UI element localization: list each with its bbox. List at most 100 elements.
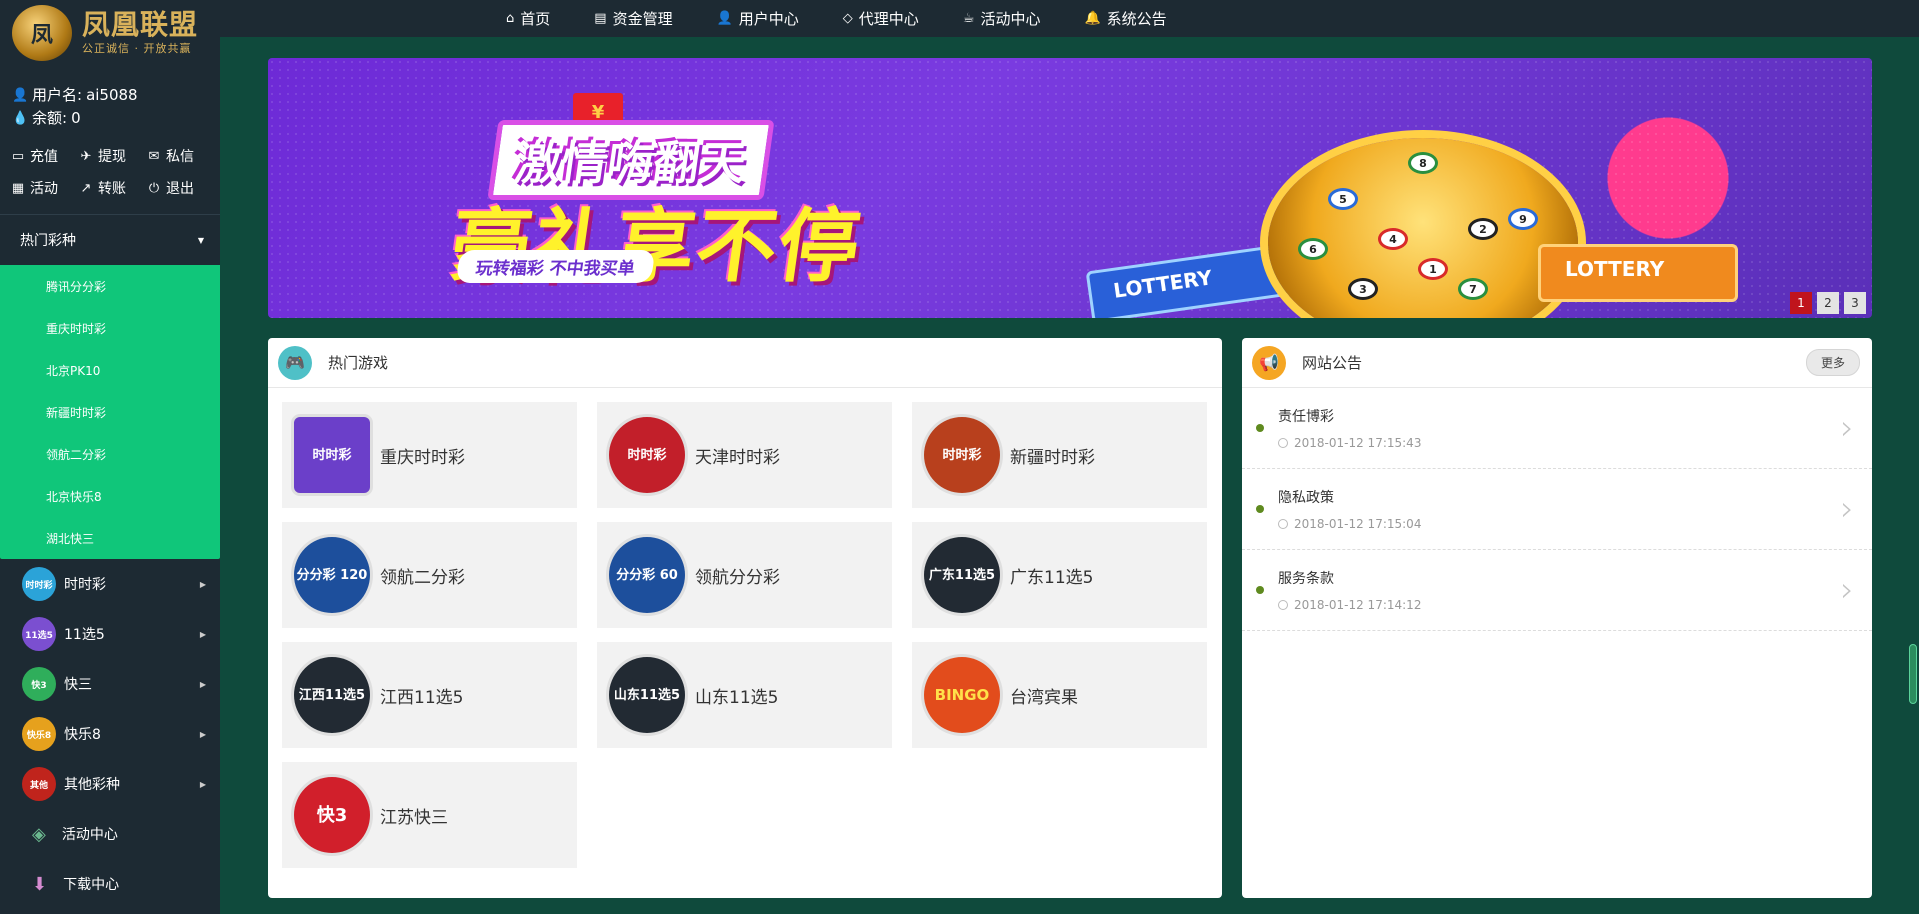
announcement-time: 2018-01-12 17:15:04: [1294, 517, 1422, 531]
download-icon: ⬇: [32, 873, 48, 895]
sidebar-item-beijing-kl8[interactable]: 北京快乐8: [0, 475, 220, 517]
game-card-xinjiang-ssc[interactable]: 时时彩 新疆时时彩: [912, 402, 1207, 508]
caret-right-icon: ▶: [199, 579, 206, 589]
hot-games-grid: 时时彩 重庆时时彩 时时彩 天津时时彩 时时彩 新疆时时彩 分分彩 120 领航…: [268, 388, 1222, 868]
transfer-button[interactable]: ↗ 转账: [78, 178, 146, 198]
announcements-panel: 📢 网站公告 更多 责任博彩 2018-01-12 17:15:43 › 隐私政…: [1242, 338, 1872, 898]
page-scrollbar-handle[interactable]: [1909, 644, 1917, 704]
guangdong-11x5-logo-icon: 广东11选5: [924, 537, 1000, 613]
power-icon: ⏻: [148, 180, 160, 196]
game-card-chongqing-ssc[interactable]: 时时彩 重庆时时彩: [282, 402, 577, 508]
megaphone-icon: 📢: [1252, 345, 1286, 380]
lottery-menu: 时时彩 时时彩 ▶ 11选5 11选5 ▶ 快3 快三 ▶ 快乐8 快乐8 ▶ …: [0, 559, 220, 909]
gift-card-icon: ◈: [32, 823, 46, 845]
banner-pagination: 1 2 3: [1790, 292, 1866, 314]
nav-funds[interactable]: ▤ 资金管理: [594, 8, 672, 29]
sidebar-item-linghang-2fc[interactable]: 领航二分彩: [0, 433, 220, 475]
bell-icon: 🔔: [1084, 11, 1101, 26]
username-value: ai5088: [86, 86, 138, 104]
messages-button[interactable]: ✉ 私信: [146, 146, 214, 166]
menu-item-other[interactable]: 其他 其他彩种 ▶: [0, 759, 220, 809]
hot-games-header: 🎮 热门游戏: [268, 338, 1222, 388]
calendar-icon: ▦: [11, 180, 25, 196]
sidebar-item-beijing-pk10[interactable]: 北京PK10: [0, 349, 220, 391]
bullet-dot: [1256, 586, 1264, 594]
bullet-dot: [1256, 424, 1264, 432]
kl8-badge-icon: 快乐8: [22, 717, 56, 751]
chart-line-icon: ↗: [80, 180, 92, 196]
game-card-shandong-11x5[interactable]: 山东11选5 山东11选5: [597, 642, 892, 748]
ssc-badge-icon: 时时彩: [22, 567, 56, 601]
card-icon: ▭: [11, 148, 25, 164]
linghang-ffc-logo-icon: 分分彩 60: [609, 537, 685, 613]
sidebar-item-hubei-k3[interactable]: 湖北快三: [0, 517, 220, 559]
sidebar-item-tencent-ffc[interactable]: 腾讯分分彩: [0, 265, 220, 307]
diamond-icon: ◇: [842, 11, 853, 26]
hot-games-panel: 🎮 热门游戏 时时彩 重庆时时彩 时时彩 天津时时彩 时时彩 新疆时时彩 分分彩…: [268, 338, 1222, 898]
home-icon: ⌂: [506, 11, 515, 26]
caret-right-icon: ▶: [199, 779, 206, 789]
chevron-right-icon: ›: [1840, 489, 1854, 529]
banner-page-3[interactable]: 3: [1844, 292, 1866, 314]
announcements-heading: 网站公告: [1302, 354, 1363, 372]
banner-page-1[interactable]: 1: [1790, 292, 1812, 314]
sidebar: 凤 凤凰联盟 公正诚信 · 开放共赢 👤 用户名: ai5088 💧 余额: 0…: [0, 0, 220, 914]
menu-item-download-center[interactable]: ⬇ 下载中心: [0, 859, 220, 909]
logout-button[interactable]: ⏻ 退出: [146, 178, 214, 198]
activity-button[interactable]: ▦ 活动: [10, 178, 78, 198]
top-nav: ⌂ 首页 ▤ 资金管理 👤 用户中心 ◇ 代理中心 ☕ 活动中心 🔔 系统公告: [220, 0, 1919, 37]
withdraw-button[interactable]: ✈ 提现: [78, 146, 146, 166]
game-card-taiwan-bingo[interactable]: BINGO 台湾宾果: [912, 642, 1207, 748]
sidebar-item-xinjiang-ssc[interactable]: 新疆时时彩: [0, 391, 220, 433]
banner-page-2[interactable]: 2: [1817, 292, 1839, 314]
user-icon: 👤: [716, 11, 733, 26]
clock-icon: [1278, 438, 1288, 448]
wallet-icon: ▤: [594, 11, 607, 26]
nav-home[interactable]: ⌂ 首页: [506, 8, 550, 29]
game-card-linghang-2fc[interactable]: 分分彩 120 领航二分彩: [282, 522, 577, 628]
announcement-item[interactable]: 隐私政策 2018-01-12 17:15:04 ›: [1242, 469, 1872, 550]
game-card-tianjin-ssc[interactable]: 时时彩 天津时时彩: [597, 402, 892, 508]
balance-icon: 💧: [12, 111, 29, 126]
more-button[interactable]: 更多: [1805, 349, 1860, 376]
hot-lottery-toggle[interactable]: 热门彩种 ▼: [0, 215, 220, 265]
menu-item-k3[interactable]: 快3 快三 ▶: [0, 659, 220, 709]
chevron-right-icon: ›: [1840, 570, 1854, 610]
announcement-item[interactable]: 服务条款 2018-01-12 17:14:12 ›: [1242, 550, 1872, 631]
deposit-button[interactable]: ▭ 充值: [10, 146, 78, 166]
logo[interactable]: 凤 凤凰联盟 公正诚信 · 开放共赢: [0, 0, 220, 66]
tianjin-ssc-logo-icon: 时时彩: [609, 417, 685, 493]
menu-item-ssc[interactable]: 时时彩 时时彩 ▶: [0, 559, 220, 609]
clock-icon: [1278, 600, 1288, 610]
sidebar-item-chongqing-ssc[interactable]: 重庆时时彩: [0, 307, 220, 349]
game-card-linghang-ffc[interactable]: 分分彩 60 领航分分彩: [597, 522, 892, 628]
lottery-ticket-image: LOTTERY: [1538, 244, 1738, 302]
announcements-header: 📢 网站公告 更多: [1242, 338, 1872, 388]
announcement-item[interactable]: 责任博彩 2018-01-12 17:15:43 ›: [1242, 388, 1872, 469]
user-info: 👤 用户名: ai5088 💧 余额: 0: [0, 66, 220, 130]
caret-right-icon: ▶: [199, 629, 206, 639]
caret-right-icon: ▶: [199, 729, 206, 739]
bingo-logo-icon: BINGO: [924, 657, 1000, 733]
nav-activity-center[interactable]: ☕ 活动中心: [963, 8, 1041, 29]
announcement-time: 2018-01-12 17:15:43: [1294, 436, 1422, 450]
menu-item-kl8[interactable]: 快乐8 快乐8 ▶: [0, 709, 220, 759]
nav-agent-center[interactable]: ◇ 代理中心: [843, 8, 919, 29]
announcement-title: 隐私政策: [1278, 490, 1334, 506]
game-card-guangdong-11x5[interactable]: 广东11选5 广东11选5: [912, 522, 1207, 628]
11x5-badge-icon: 11选5: [22, 617, 56, 651]
gamepad-icon: 🎮: [278, 345, 312, 380]
other-badge-icon: 其他: [22, 767, 56, 801]
nav-announcements[interactable]: 🔔 系统公告: [1084, 8, 1166, 29]
game-card-jiangxi-11x5[interactable]: 江西11选5 江西11选5: [282, 642, 577, 748]
nav-user-center[interactable]: 👤 用户中心: [717, 8, 799, 29]
hot-lottery-heading: 热门彩种: [20, 233, 76, 249]
jiangsu-k3-logo-icon: 快3: [294, 777, 370, 853]
menu-item-11x5[interactable]: 11选5 11选5 ▶: [0, 609, 220, 659]
promo-banner[interactable]: ¥ 激情嗨翻天 豪礼享不停 玩转福彩 不中我买单 LOTTERY 8 5 4 2…: [268, 58, 1872, 318]
caret-down-icon: ▼: [197, 235, 204, 245]
menu-item-activity-center[interactable]: ◈ 活动中心: [0, 809, 220, 859]
announcement-title: 责任博彩: [1278, 409, 1334, 425]
chongqing-ssc-logo-icon: 时时彩: [294, 417, 370, 493]
game-card-jiangsu-k3[interactable]: 快3 江苏快三: [282, 762, 577, 868]
